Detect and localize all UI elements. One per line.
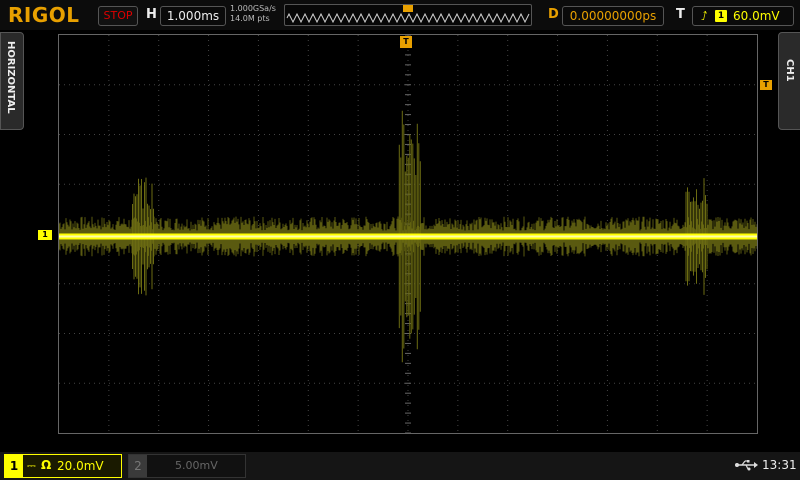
timebase-value[interactable]: 1.000ms <box>160 6 226 26</box>
trigger-level-marker[interactable]: T <box>760 80 772 90</box>
ch1-coupling-icon: ⎓ <box>27 459 36 472</box>
memory-depth: 14.0M pts <box>230 14 270 23</box>
sample-info: 1.000GSa/s 14.0M pts <box>230 4 276 24</box>
sample-rate: 1.000GSa/s <box>230 4 276 13</box>
bottom-status-bar: 1 ⎓ Ω 20.0mV 2 5.00mV 13:31 <box>0 452 800 480</box>
memory-overview-waveform <box>286 5 530 24</box>
horizontal-label: H <box>146 7 157 22</box>
delay-value[interactable]: 0.00000000ps <box>562 6 664 26</box>
trigger-source-chip: 1 <box>715 10 727 22</box>
horizontal-menu-tab[interactable]: HORIZONTAL <box>0 32 24 130</box>
ch1-trace-core <box>59 235 757 238</box>
clock: 13:31 <box>762 458 797 472</box>
rising-edge-icon: ⭜ <box>701 9 708 23</box>
ch2-scale: 5.00mV <box>175 459 218 472</box>
brand-logo: RIGOL <box>8 3 80 27</box>
ch1-impedance: Ω <box>41 458 52 472</box>
trigger-label: T <box>676 7 685 22</box>
ch2-number: 2 <box>129 455 147 477</box>
trigger-position-marker[interactable]: T <box>400 36 412 48</box>
top-status-bar: RIGOL STOP H 1.000ms 1.000GSa/s 14.0M pt… <box>0 0 800 30</box>
waveform-display[interactable] <box>58 34 758 434</box>
ch2-status[interactable]: 2 5.00mV <box>128 454 246 478</box>
ch1-status[interactable]: 1 ⎓ Ω 20.0mV <box>4 454 122 478</box>
ch1-number: 1 <box>5 455 23 477</box>
horizontal-tab-label: HORIZONTAL <box>5 41 16 114</box>
ch1-menu-tab[interactable]: CH1 <box>778 32 800 130</box>
memory-trigger-marker <box>403 5 413 12</box>
ch1-scale: 20.0mV <box>57 459 104 473</box>
waveform-graticule <box>59 35 757 433</box>
ch1-tab-label: CH1 <box>784 59 795 82</box>
run-stop-status[interactable]: STOP <box>98 6 138 26</box>
usb-icon <box>735 460 758 471</box>
ch1-offset-marker[interactable]: 1 <box>38 230 52 240</box>
trigger-settings[interactable]: ⭜ 1 60.0mV <box>692 6 794 26</box>
trigger-level: 60.0mV <box>733 9 780 23</box>
delay-label: D <box>548 7 559 22</box>
memory-overview-strip[interactable] <box>284 4 532 26</box>
